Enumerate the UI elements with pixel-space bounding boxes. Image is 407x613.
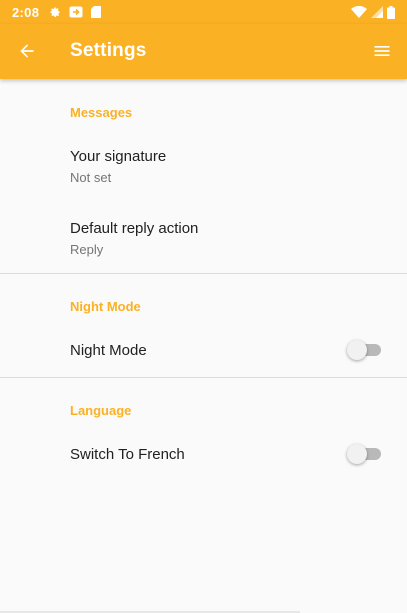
hamburger-menu-icon [374, 46, 390, 56]
status-left-icons [49, 6, 102, 18]
wifi-icon [351, 6, 367, 18]
section-header-language: Language [70, 403, 132, 418]
sync-badge-icon [69, 6, 83, 18]
pref-your-signature[interactable]: Your signature Not set [0, 139, 407, 205]
settings-gear-icon [49, 6, 61, 18]
back-button[interactable] [14, 38, 40, 64]
page-title: Settings [70, 40, 147, 61]
pref-title: Default reply action [70, 220, 199, 237]
app-bar: Settings [0, 24, 407, 79]
signal-icon [371, 6, 383, 18]
pref-summary: Reply [70, 242, 104, 257]
settings-list: Messages Your signature Not set Default … [0, 79, 407, 613]
pref-switch-to-french[interactable]: Switch To French [0, 431, 407, 479]
pref-summary: Not set [70, 170, 112, 185]
pref-title: Switch To French [70, 446, 185, 463]
switch-to-french-switch[interactable] [347, 444, 381, 464]
pref-night-mode[interactable]: Night Mode [0, 327, 407, 375]
pref-default-reply-action[interactable]: Default reply action Reply [0, 207, 407, 273]
sd-card-icon [91, 6, 102, 18]
section-divider [0, 273, 407, 274]
status-bar: 2:08 [0, 0, 407, 24]
status-right-icons [351, 5, 395, 19]
switch-thumb [347, 444, 367, 464]
section-header-night-mode: Night Mode [70, 299, 141, 314]
section-divider [0, 377, 407, 378]
switch-thumb [347, 340, 367, 360]
menu-button[interactable] [369, 38, 395, 64]
section-header-messages: Messages [70, 105, 133, 120]
battery-icon [387, 5, 395, 19]
arrow-left-icon [20, 44, 34, 58]
pref-title: Your signature [70, 148, 167, 165]
pref-title: Night Mode [70, 342, 147, 359]
night-mode-switch[interactable] [347, 340, 381, 360]
status-time: 2:08 [12, 4, 40, 20]
